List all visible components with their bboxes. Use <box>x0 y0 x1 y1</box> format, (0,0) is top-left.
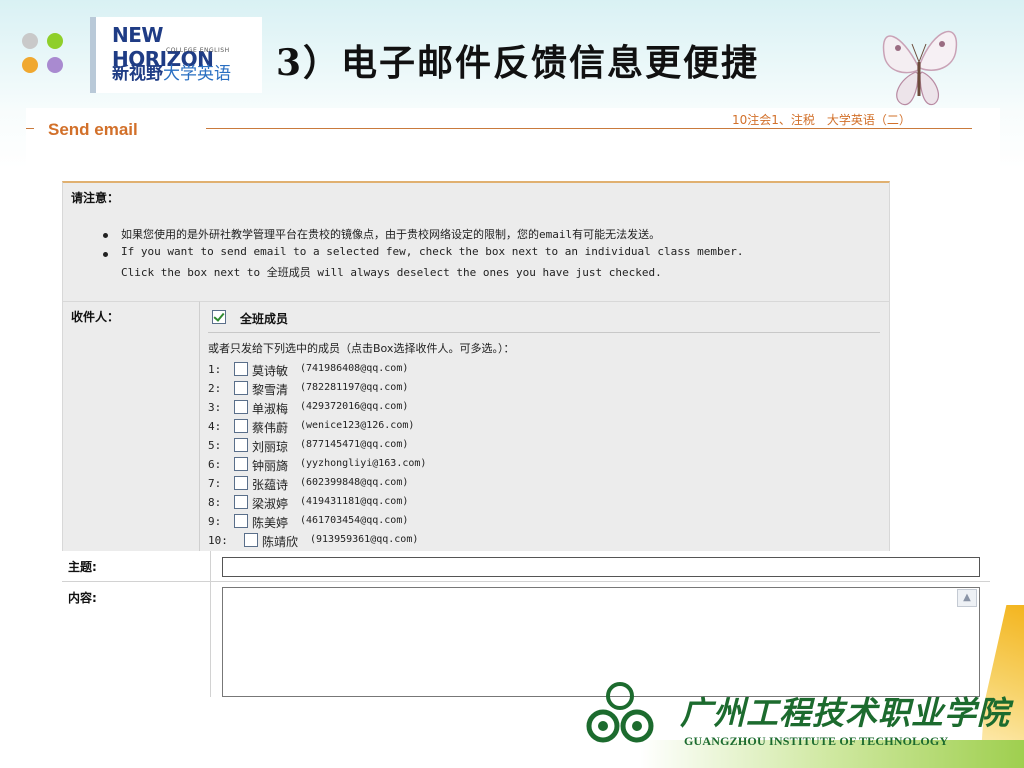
member-number: 8: <box>208 496 222 509</box>
new-horizon-logo: NEW HORIZON COLLEGE ENGLISH 新视野大学英语 <box>90 17 262 93</box>
send-email-title: Send email <box>48 120 138 139</box>
logo-chinese-light: 大学英语 <box>163 64 231 84</box>
form-divider-vertical <box>210 551 211 697</box>
notice-line-1: 如果您使用的是外研社教学管理平台在贵校的镜像点，由于贵校网络设定的限制，您的em… <box>121 228 661 241</box>
notice-line-2: If you want to send email to a selected … <box>121 245 744 258</box>
dot-gray <box>22 33 38 49</box>
notice-line-3: Click the box next to 全班成员 will always d… <box>121 266 662 279</box>
member-email: (429372016@qq.com) <box>300 401 409 412</box>
member-email: (602399848@qq.com) <box>300 477 409 488</box>
header-rule <box>206 128 972 129</box>
member-email: (877145471@qq.com) <box>300 439 409 450</box>
member-checkbox[interactable] <box>234 476 248 490</box>
member-email: (yyzhongliyi@163.com) <box>300 458 427 469</box>
member-email: (782281197@qq.com) <box>300 382 409 393</box>
member-checkbox[interactable] <box>234 419 248 433</box>
member-name: 单淑梅 <box>252 402 289 416</box>
member-email: (419431181@qq.com) <box>300 496 409 507</box>
recipients-label: 收件人： <box>71 310 120 324</box>
member-email: (913959361@qq.com) <box>310 534 419 545</box>
recipients-label-cell: 收件人： <box>62 301 199 551</box>
form-divider-horizontal <box>62 581 990 582</box>
member-number: 4: <box>208 420 222 433</box>
member-name: 黎雪清 <box>252 383 289 397</box>
slide-title: 3）电子邮件反馈信息更便捷 <box>276 42 760 84</box>
member-number: 9: <box>208 515 222 528</box>
dot-purple <box>47 57 63 73</box>
subject-input[interactable] <box>222 557 980 577</box>
member-number: 3: <box>208 401 222 414</box>
member-checkbox[interactable] <box>234 457 248 471</box>
member-checkbox[interactable] <box>234 400 248 414</box>
member-name: 张蕴诗 <box>252 478 289 492</box>
member-email: (wenice123@126.com) <box>300 420 415 431</box>
member-checkbox[interactable] <box>244 533 258 547</box>
member-name: 刘丽琼 <box>252 440 289 454</box>
member-name: 梁淑婷 <box>252 497 289 511</box>
institute-logo-icon <box>586 682 654 743</box>
notice-heading: 请注意： <box>71 191 120 205</box>
subject-label: 主题: <box>68 560 97 574</box>
all-members-label: 全班成员 <box>240 312 289 326</box>
member-number: 1: <box>208 363 222 376</box>
decorative-dots <box>22 33 68 79</box>
institute-name-english: GUANGZHOU INSTITUTE OF TECHNOLOGY <box>684 734 949 748</box>
header-rule-left <box>26 128 34 129</box>
select-members-hint: 或者只发给下列选中的成员（点击Box选择收件人。可多选。）： <box>208 342 515 355</box>
course-label: 10注会1、注税 大学英语（二） <box>732 113 911 127</box>
logo-chinese: 新视野大学英语 <box>112 59 231 84</box>
member-name: 钟丽旖 <box>252 459 289 473</box>
member-checkbox[interactable] <box>234 381 248 395</box>
member-email: (461703454@qq.com) <box>300 515 409 526</box>
member-email: (741986408@qq.com) <box>300 363 409 374</box>
scroll-up-arrow-icon[interactable]: ▲ <box>957 589 977 607</box>
institute-name-chinese: 广州工程技术职业学院 <box>680 694 1011 732</box>
member-name: 陈美婷 <box>252 516 289 530</box>
bullet-icon <box>103 252 108 257</box>
member-checkbox[interactable] <box>234 514 248 528</box>
dot-orange <box>22 57 38 73</box>
logo-subtitle: COLLEGE ENGLISH <box>166 47 230 54</box>
recipients-divider <box>208 332 880 333</box>
recipients-cell: 全班成员 或者只发给下列选中的成员（点击Box选择收件人。可多选。）： 1: 莫… <box>199 301 890 551</box>
member-checkbox[interactable] <box>234 495 248 509</box>
member-name: 莫诗敏 <box>252 364 289 378</box>
member-number: 7: <box>208 477 222 490</box>
content-label: 内容: <box>68 591 97 605</box>
all-members-checkbox[interactable] <box>212 310 226 324</box>
member-number: 10: <box>208 534 228 547</box>
member-number: 5: <box>208 439 222 452</box>
dot-green <box>47 33 63 49</box>
notice-box: 请注意： 如果您使用的是外研社教学管理平台在贵校的镜像点，由于贵校网络设定的限制… <box>62 181 890 301</box>
member-number: 2: <box>208 382 222 395</box>
logo-chinese-bold: 新视野 <box>112 64 163 84</box>
member-checkbox[interactable] <box>234 438 248 452</box>
bullet-icon <box>103 233 108 238</box>
butterfly-icon <box>882 30 958 106</box>
member-number: 6: <box>208 458 222 471</box>
member-checkbox[interactable] <box>234 362 248 376</box>
member-name: 陈靖欣 <box>262 535 299 549</box>
member-name: 蔡伟蔚 <box>252 421 289 435</box>
